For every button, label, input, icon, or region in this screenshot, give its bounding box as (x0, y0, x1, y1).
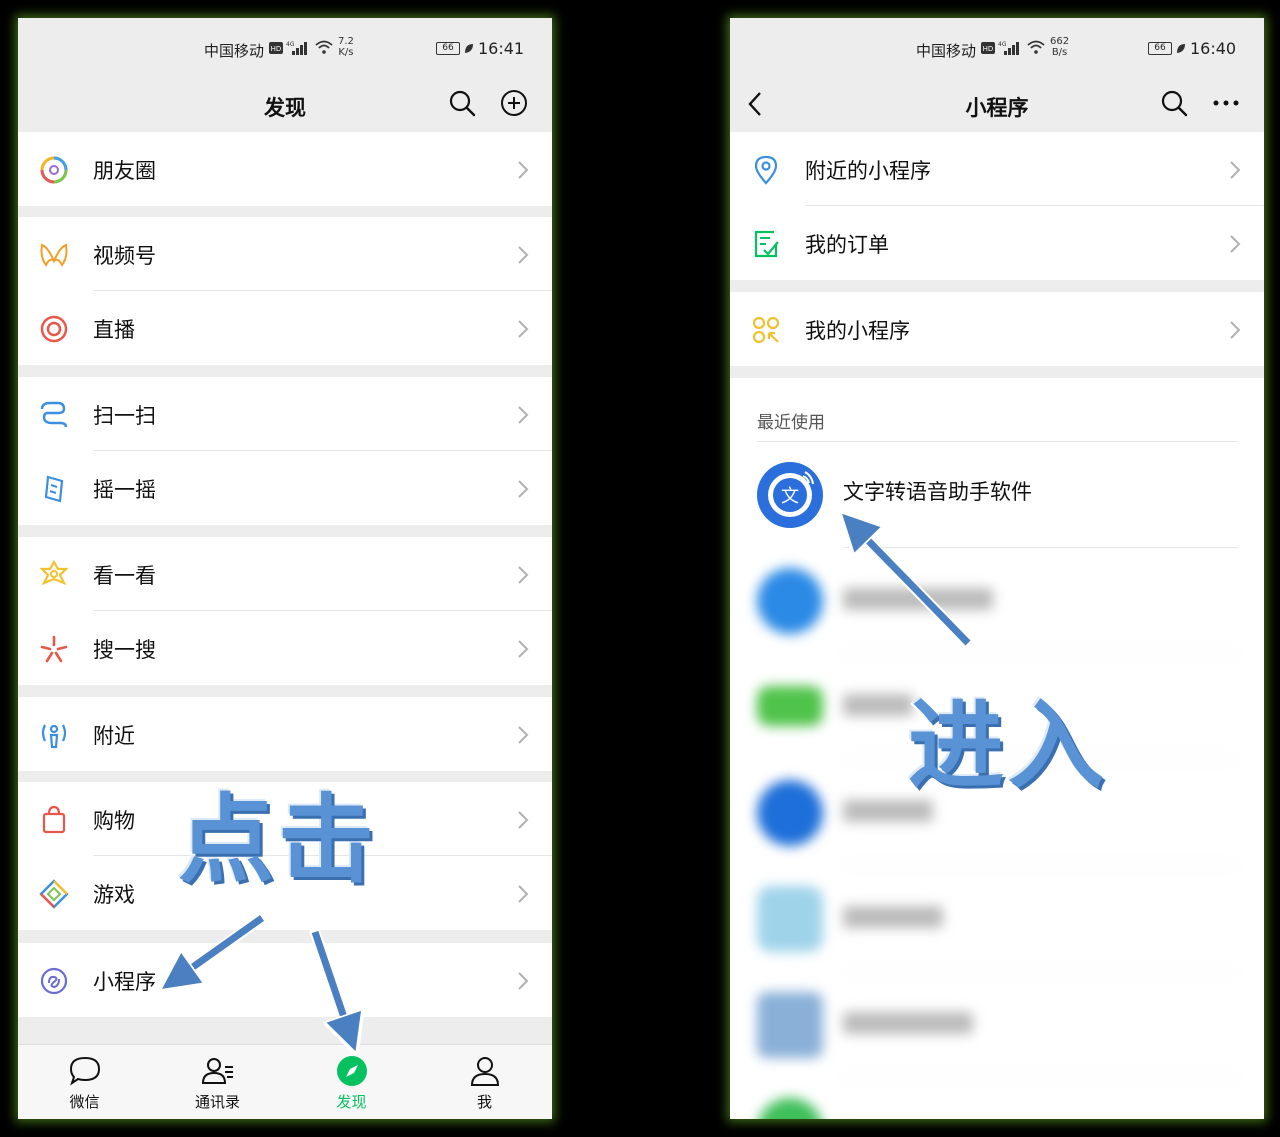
arrow-to-tts-app (854, 526, 971, 646)
arrow-to-mini-programs (176, 915, 265, 979)
annotation-arrows (0, 0, 974, 1137)
arrow-to-discover-tab (311, 930, 350, 1035)
